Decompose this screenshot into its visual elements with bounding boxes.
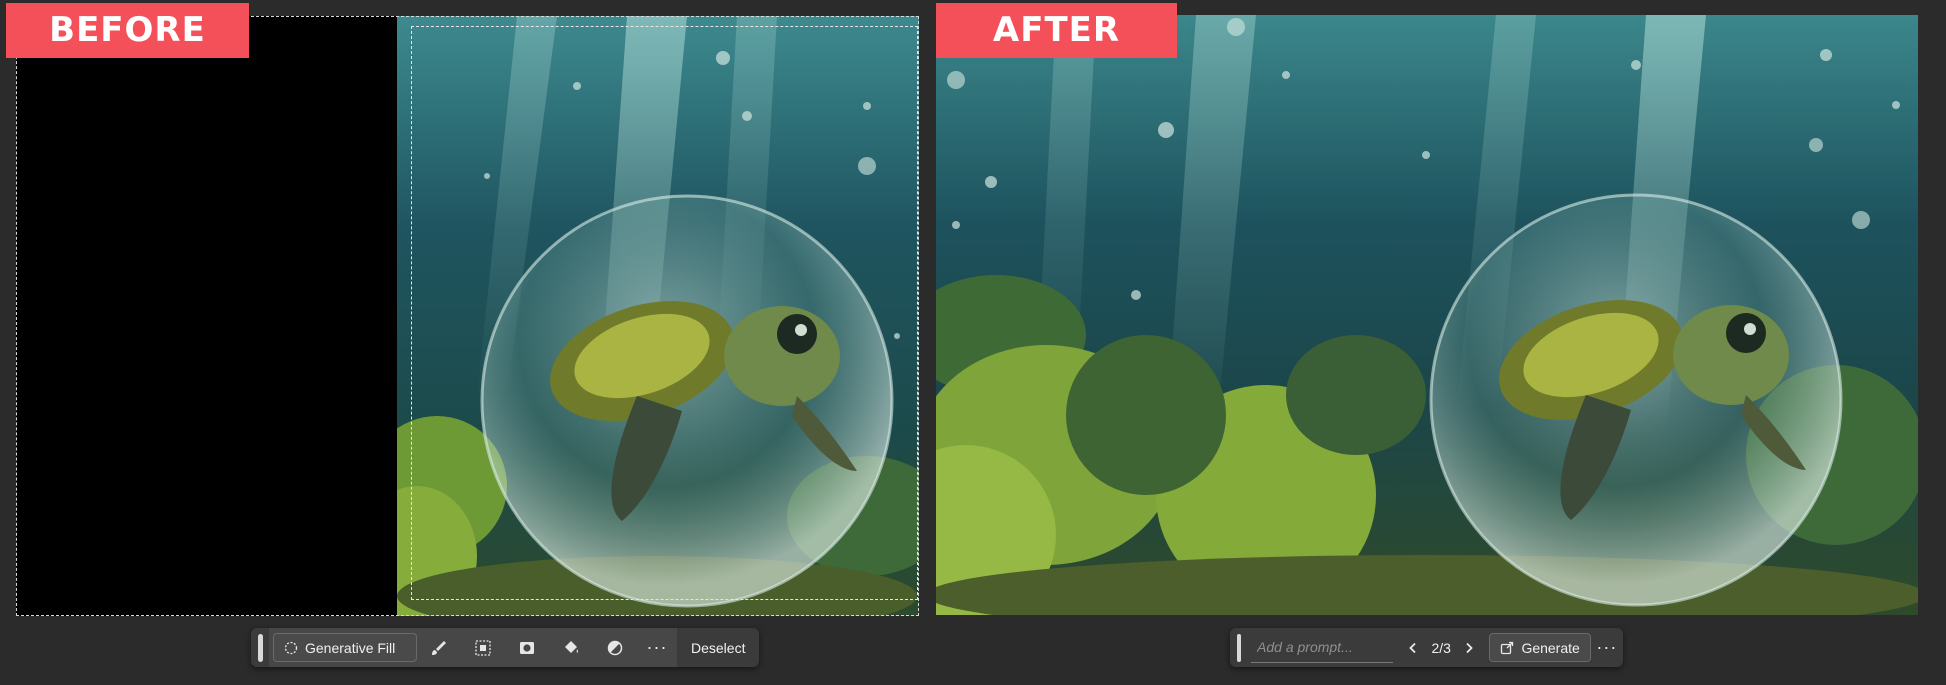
before-label: BEFORE <box>6 3 249 58</box>
brush-icon <box>430 639 448 657</box>
drag-handle[interactable] <box>1237 633 1242 662</box>
prompt-input[interactable] <box>1251 632 1394 663</box>
generative-fill-button[interactable]: Generative Fill <box>273 633 417 662</box>
chevron-left-icon <box>1407 642 1419 654</box>
adjustment-icon <box>606 639 624 657</box>
comparison-stage: BEFORE AFTER Generative Fill ··· Deselec… <box>0 0 1946 685</box>
transform-selection-button[interactable] <box>461 628 505 667</box>
drag-handle[interactable] <box>258 633 263 662</box>
after-image <box>936 15 1918 615</box>
fill-bucket-icon <box>562 639 580 657</box>
more-options-button[interactable]: ··· <box>637 628 677 667</box>
deselect-button[interactable]: Deselect <box>681 640 755 656</box>
chevron-right-icon <box>1463 642 1475 654</box>
mask-button[interactable] <box>505 628 549 667</box>
previous-variation-button[interactable] <box>1401 628 1425 667</box>
tool-group: Generative Fill ··· <box>269 628 677 667</box>
generate-label: Generate <box>1521 639 1580 656</box>
generate-button[interactable]: Generate <box>1489 633 1591 662</box>
sparkle-icon <box>284 641 298 655</box>
contextual-task-bar-right: 2/3 Generate ··· <box>1230 628 1623 667</box>
before-canvas <box>16 16 919 616</box>
variation-counter: 2/3 <box>1431 639 1451 656</box>
mask-icon <box>518 639 536 657</box>
brush-button[interactable] <box>417 628 461 667</box>
after-label: AFTER <box>936 3 1177 58</box>
generative-fill-label: Generative Fill <box>305 639 396 656</box>
contextual-task-bar-left: Generative Fill ··· Deselect <box>251 628 759 667</box>
empty-canvas-area <box>16 16 397 616</box>
fill-bucket-button[interactable] <box>549 628 593 667</box>
more-options-button[interactable]: ··· <box>1591 628 1623 667</box>
generate-icon <box>1500 641 1514 655</box>
adjustment-button[interactable] <box>593 628 637 667</box>
transform-selection-icon <box>474 639 492 657</box>
next-variation-button[interactable] <box>1457 628 1481 667</box>
before-image <box>397 16 919 616</box>
